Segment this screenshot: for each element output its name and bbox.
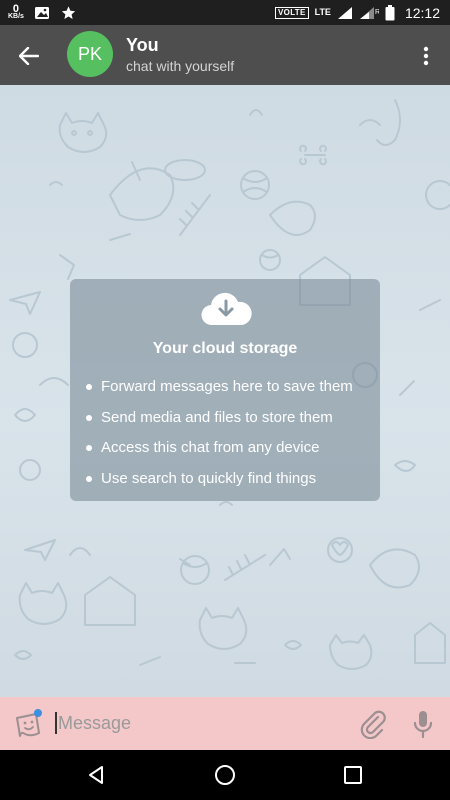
network-speed-unit: KB/s: [8, 12, 24, 20]
volte-badge: VOLTE: [275, 6, 309, 19]
cloud-storage-list: Forward messages here to save them Send …: [86, 378, 353, 500]
cloud-download-icon: [201, 292, 252, 326]
cloud-storage-card: Your cloud storage Forward messages here…: [70, 279, 380, 501]
status-left: 0 KB/s: [8, 2, 77, 23]
more-vertical-icon: [423, 46, 429, 66]
sticker-button[interactable]: [12, 709, 44, 741]
list-item-text: Send media and files to store them: [101, 408, 333, 426]
attach-button[interactable]: [358, 709, 388, 740]
clock: 12:12: [404, 4, 440, 21]
nav-home-button[interactable]: [214, 764, 236, 786]
image-icon: [34, 6, 49, 19]
nav-recents-button[interactable]: [343, 765, 363, 785]
battery-icon: [385, 4, 395, 20]
avatar[interactable]: PK: [67, 31, 113, 77]
signal-icon-roaming: R: [359, 6, 379, 19]
back-triangle-icon: [89, 766, 103, 784]
microphone-icon: [413, 711, 433, 739]
bullet-icon: [86, 414, 92, 421]
recents-square-icon: [344, 766, 362, 784]
system-nav-bar: [0, 750, 450, 800]
cloud-storage-title: Your cloud storage: [152, 340, 298, 357]
paperclip-icon: [360, 710, 386, 740]
nav-back-button[interactable]: [85, 764, 107, 786]
star-icon: [61, 5, 76, 19]
sticker-icon: [16, 709, 42, 737]
list-item: Use search to quickly find things: [86, 470, 353, 501]
voice-record-button[interactable]: [408, 708, 438, 740]
network-speed: 0 KB/s: [8, 2, 24, 21]
text-cursor: [55, 712, 57, 734]
lte-label: LTE: [314, 7, 331, 17]
chat-area[interactable]: Your cloud storage Forward messages here…: [0, 85, 450, 697]
bullet-icon: [86, 384, 92, 390]
bullet-icon: [86, 475, 92, 482]
list-item-text: Access this chat from any device: [101, 439, 320, 456]
bullet-icon: [86, 445, 92, 451]
list-item: Access this chat from any device: [86, 439, 353, 470]
network-speed-value: 0: [12, 2, 20, 15]
roaming-label: R: [375, 9, 379, 16]
chat-subtitle: chat with yourself: [126, 58, 235, 74]
home-circle-icon: [215, 765, 235, 785]
avatar-initials: PK: [77, 43, 102, 64]
signal-icon: [337, 6, 352, 19]
status-right: VOLTE LTE R 12:12: [275, 0, 440, 25]
list-item: Send media and files to store them: [86, 409, 353, 440]
message-composer: [0, 697, 450, 750]
list-item: Forward messages here to save them: [86, 378, 353, 409]
list-item-text: Forward messages here to save them: [101, 378, 353, 395]
chat-header: PK You chat with yourself: [0, 25, 450, 85]
chat-title[interactable]: You: [126, 35, 159, 56]
message-input[interactable]: [58, 709, 338, 737]
status-bar: 0 KB/s VOLTE LTE R 12:12: [0, 0, 450, 25]
overflow-menu-button[interactable]: [412, 41, 440, 71]
back-button[interactable]: [14, 41, 44, 71]
arrow-left-icon: [19, 47, 39, 65]
list-item-text: Use search to quickly find things: [101, 469, 317, 487]
